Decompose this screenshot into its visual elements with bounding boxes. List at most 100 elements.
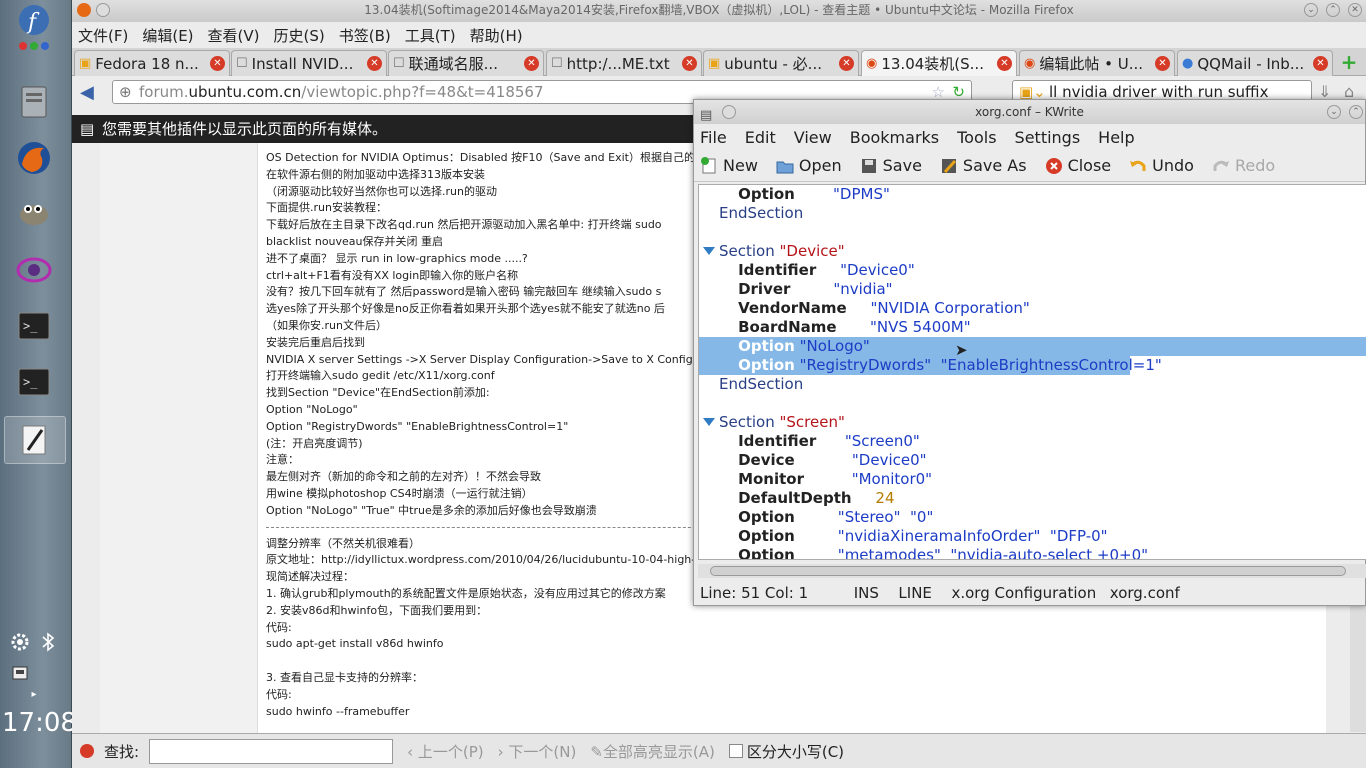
- fold-arrow-icon[interactable]: [703, 247, 715, 255]
- post-line: 2. 安装v86d和hwinfo包，下面我们要用到：: [266, 603, 488, 617]
- code-line: Device "Device0": [738, 451, 927, 469]
- tab-qqmail[interactable]: ● QQMail - Inb... ✕: [1177, 50, 1333, 76]
- bluetooth-icon[interactable]: [34, 628, 62, 656]
- kwrite-maximize-icon[interactable]: ⌃: [1349, 105, 1363, 119]
- kw-menu-bookmarks[interactable]: Bookmarks: [850, 128, 939, 147]
- post-line: (注：开启亮度调节): [266, 436, 363, 450]
- code-line: EndSection: [719, 375, 804, 393]
- ubuntu-icon: ◉: [1024, 56, 1036, 71]
- menu-view[interactable]: 查看(V): [208, 25, 260, 46]
- post-line: ctrl+alt+F1看有没有XX login即输入你的账户名称: [266, 268, 519, 282]
- post-line: 下面提供.run安装教程：: [266, 201, 387, 215]
- kw-menu-file[interactable]: File: [700, 128, 727, 147]
- highlight-all-button[interactable]: ✎全部高亮显示(A): [590, 741, 715, 762]
- window-menu-button[interactable]: [96, 3, 110, 17]
- gimp-icon[interactable]: [14, 192, 54, 232]
- menu-bookmarks[interactable]: 书签(B): [339, 25, 391, 46]
- menu-history[interactable]: 历史(S): [274, 25, 325, 46]
- tab-ubuntu[interactable]: ▣ ubuntu - 必... ✕: [703, 50, 859, 76]
- kwrite-dock-icon[interactable]: [4, 416, 66, 464]
- tab-bar: ▣ Fedora 18 n... ✕ ☐ Install NVID... ✕ ☐ 联通域名…: [72, 48, 1366, 76]
- mouse-cursor-icon: ➤: [955, 341, 968, 359]
- ubuntu-icon: ◉: [866, 56, 878, 71]
- find-next-button[interactable]: › 下一个(N): [498, 741, 577, 762]
- close-tab-icon[interactable]: ✕: [682, 56, 697, 71]
- kw-menu-tools[interactable]: Tools: [957, 128, 996, 147]
- scrollbar-thumb[interactable]: [710, 566, 1346, 576]
- close-tab-icon[interactable]: ✕: [997, 56, 1012, 71]
- find-previous-label: 上一个(P): [417, 742, 484, 761]
- expand-arrow-icon[interactable]: ▸: [24, 684, 44, 704]
- menu-edit[interactable]: 编辑(E): [142, 25, 193, 46]
- page-scrollbar[interactable]: [1350, 606, 1366, 732]
- match-case-label: 区分大小写(C): [746, 742, 845, 761]
- tab-readme-txt[interactable]: ☐ http:/...ME.txt ✕: [546, 50, 702, 76]
- close-tab-icon[interactable]: ✕: [367, 56, 382, 71]
- tab-13-04-active[interactable]: ◉ 13.04装机(S... ✕: [861, 50, 1017, 76]
- menu-file[interactable]: 文件(F): [78, 25, 128, 46]
- firefox-icon[interactable]: [14, 138, 54, 178]
- close-button[interactable]: Close: [1045, 156, 1111, 175]
- new-button[interactable]: New: [700, 156, 758, 175]
- post-line: 找到Section "Device"在EndSection前添加:: [266, 386, 490, 400]
- kwrite-minimize-icon[interactable]: ⌄: [1327, 105, 1341, 119]
- removable-drive-icon[interactable]: [6, 658, 34, 686]
- undo-button[interactable]: Undo: [1129, 156, 1194, 175]
- site-identity-icon[interactable]: ⊕: [119, 81, 132, 103]
- back-icon[interactable]: ◀: [80, 82, 94, 103]
- code-line: Section "Screen": [699, 413, 1366, 432]
- close-tab-icon[interactable]: ✕: [1155, 56, 1170, 71]
- tab-install-nvidia[interactable]: ☐ Install NVID... ✕: [231, 50, 387, 76]
- save-button[interactable]: Save: [860, 156, 922, 175]
- kw-menu-help[interactable]: Help: [1098, 128, 1134, 147]
- find-previous-button[interactable]: ‹ 上一个(P): [407, 741, 484, 762]
- insert-mode[interactable]: INS: [854, 584, 879, 602]
- maximize-icon[interactable]: ⌃: [1326, 3, 1340, 17]
- close-tab-icon[interactable]: ✕: [210, 56, 225, 71]
- close-window-icon[interactable]: ✕: [1348, 3, 1362, 17]
- terminal-icon[interactable]: >_: [14, 306, 54, 346]
- eye-app-icon[interactable]: [14, 250, 54, 290]
- redo-button[interactable]: Redo: [1212, 156, 1275, 175]
- close-tab-icon[interactable]: ✕: [524, 56, 539, 71]
- file-manager-icon[interactable]: [14, 82, 54, 122]
- tab-unicom-dns[interactable]: ☐ 联通域名服... ✕: [388, 50, 544, 76]
- find-next-label: 下一个(N): [508, 742, 577, 761]
- page-icon: ☐: [236, 56, 248, 71]
- open-button[interactable]: Open: [776, 156, 842, 175]
- code-editor[interactable]: Option "DPMS" EndSection Section "Device…: [698, 184, 1366, 560]
- kw-menu-settings[interactable]: Settings: [1015, 128, 1081, 147]
- selection-mode[interactable]: LINE: [898, 584, 931, 602]
- kwrite-window-menu-button[interactable]: [722, 105, 736, 119]
- close-tab-icon[interactable]: ✕: [839, 56, 854, 71]
- code-line: Monitor "Monitor0": [738, 470, 933, 488]
- close-tab-icon[interactable]: ✕: [1313, 56, 1328, 71]
- find-input[interactable]: [149, 738, 394, 764]
- kwrite-statusbar: Line: 51 Col: 1 INS LINE x.org Configura…: [700, 584, 1180, 602]
- menu-tools[interactable]: 工具(T): [405, 25, 456, 46]
- activities-icon[interactable]: [14, 34, 54, 58]
- kw-menu-edit[interactable]: Edit: [745, 128, 776, 147]
- editor-horizontal-scrollbar[interactable]: [698, 564, 1366, 578]
- fold-arrow-icon[interactable]: [703, 418, 715, 426]
- tab-label: 编辑此帖 • U...: [1039, 55, 1144, 73]
- new-tab-icon[interactable]: +: [1338, 52, 1360, 74]
- syntax-mode[interactable]: x.org Configuration: [951, 584, 1096, 602]
- match-case-checkbox[interactable]: [728, 744, 743, 758]
- settings-gear-icon[interactable]: [6, 628, 34, 656]
- save-icon: [861, 158, 876, 173]
- tab-label: Install NVID...: [251, 54, 354, 73]
- menu-help[interactable]: 帮助(H): [470, 25, 523, 46]
- kw-menu-view[interactable]: View: [794, 128, 832, 147]
- close-find-icon[interactable]: [80, 744, 94, 758]
- minimize-icon[interactable]: ⌄: [1304, 3, 1318, 17]
- tab-edit-post[interactable]: ◉ 编辑此帖 • U... ✕: [1019, 50, 1175, 76]
- save-as-button[interactable]: Save As: [940, 156, 1027, 175]
- post-line: 注意：: [266, 453, 299, 467]
- tab-fedora[interactable]: ▣ Fedora 18 n... ✕: [74, 50, 230, 76]
- terminal-2-icon[interactable]: >_: [14, 362, 54, 402]
- code-line: Section "Device": [699, 242, 1366, 261]
- post-line: 进不了桌面？ 显示 run in low-graphics mode .....…: [266, 251, 528, 265]
- code-line: Identifier "Screen0": [738, 432, 920, 450]
